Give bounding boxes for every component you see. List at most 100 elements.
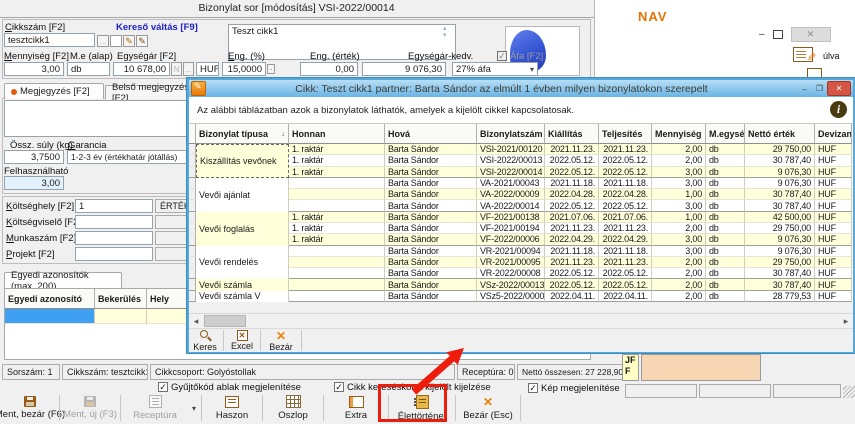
table-cell[interactable]: VF-2021/00138 xyxy=(477,212,545,223)
row-gutter[interactable] xyxy=(189,223,196,234)
document-type-group-label[interactable]: Vevői rendelés xyxy=(196,246,289,280)
table-cell[interactable]: 9 076,30 xyxy=(745,234,815,245)
table-cell[interactable] xyxy=(289,268,385,279)
table-cell[interactable]: Barta Sándor xyxy=(385,291,477,302)
column-header[interactable]: Teljesítés xyxy=(599,124,652,144)
spin-up-icon[interactable]: ▴ xyxy=(443,25,447,32)
table-cell[interactable]: 2021.07.06. xyxy=(599,212,652,223)
table-cell[interactable]: 2022.05.12. xyxy=(545,200,599,211)
table-cell[interactable]: 30 787,40 xyxy=(745,200,815,211)
table-cell[interactable]: 2021.11.23. xyxy=(599,223,652,234)
ment-uj-button[interactable]: Ment, új (F3) xyxy=(61,393,119,423)
popup-minimize-icon[interactable]: – xyxy=(797,82,812,95)
table-cell[interactable]: 2021.11.23. xyxy=(545,223,599,234)
table-cell[interactable]: HUF xyxy=(815,167,852,178)
table-cell[interactable]: 2,00 xyxy=(652,257,706,268)
table-cell[interactable]: VSI-2022/00013 xyxy=(477,155,545,166)
tab-egyedi-azonositok[interactable]: Egyedi azonosítók (max. 200) xyxy=(4,272,122,288)
column-header[interactable]: Hová xyxy=(385,124,477,144)
table-cell[interactable] xyxy=(289,246,385,257)
table-cell[interactable]: 1. raktár xyxy=(289,212,385,223)
egysegar-browse-button[interactable]: ... xyxy=(183,62,194,76)
table-cell[interactable]: Barta Sándor xyxy=(385,246,477,257)
spin-down-icon[interactable]: ▾ xyxy=(443,32,447,39)
table-cell[interactable]: 2021.11.23. xyxy=(599,144,652,155)
table-cell[interactable]: db xyxy=(706,189,745,200)
scroll-left-icon[interactable]: ◂ xyxy=(189,316,203,327)
popup-maximize-icon[interactable]: ❐ xyxy=(812,82,827,95)
table-cell[interactable]: Barta Sándor xyxy=(385,223,477,234)
koltsegviselo-input[interactable] xyxy=(75,215,153,229)
nav-close-button[interactable]: ✕ xyxy=(791,27,831,42)
projekt-input[interactable] xyxy=(75,247,153,261)
gyujtokod-checkbox[interactable]: ✓ xyxy=(158,382,168,392)
document-type-group-label[interactable]: Vevői számla xyxy=(196,279,289,290)
horizontal-scrollbar[interactable]: ◂ ▸ xyxy=(189,313,853,328)
table-cell[interactable]: 3,00 xyxy=(652,200,706,211)
table-cell[interactable]: VA-2022/00014 xyxy=(477,200,545,211)
table-cell[interactable]: 2022.05.12. xyxy=(545,155,599,166)
row-gutter[interactable] xyxy=(189,212,196,223)
table-cell[interactable]: 9 076,30 xyxy=(745,178,815,189)
table-cell[interactable]: db xyxy=(706,178,745,189)
table-cell[interactable]: db xyxy=(706,200,745,211)
cikkszam-blank-button[interactable] xyxy=(110,35,122,47)
table-cell[interactable]: 1. raktár xyxy=(289,155,385,166)
resize-grip[interactable] xyxy=(843,386,855,398)
ment-bezar-button[interactable]: Ment, bezár (F6) xyxy=(2,393,58,423)
table-cell[interactable] xyxy=(289,200,385,211)
table-cell[interactable]: 29 750,00 xyxy=(745,144,815,155)
column-header[interactable]: Nettó érték xyxy=(745,124,815,144)
table-cell[interactable]: HUF xyxy=(815,268,852,279)
nav-minimize-icon[interactable]: – xyxy=(759,29,765,40)
table-cell[interactable]: 2022.04.28. xyxy=(545,189,599,200)
receptura-dropdown-button[interactable]: ▾ xyxy=(188,393,200,423)
table-cell[interactable]: 3,00 xyxy=(652,167,706,178)
table-cell[interactable]: db xyxy=(706,212,745,223)
table-cell[interactable]: Barta Sándor xyxy=(385,279,477,290)
excel-button[interactable]: ✕ Excel xyxy=(226,329,258,352)
popup-bezar-button[interactable]: ✕ Bezár xyxy=(263,329,299,352)
table-cell[interactable]: 2022.05.12. xyxy=(545,279,599,290)
eng-pct-mini-button[interactable]: · xyxy=(267,64,275,74)
table-cell[interactable]: 30 787,40 xyxy=(745,155,815,166)
table-cell[interactable]: db xyxy=(706,246,745,257)
cikk-kereses-checkbox[interactable]: ✓ xyxy=(334,382,344,392)
table-cell[interactable]: 2022.04.28. xyxy=(599,189,652,200)
table-cell[interactable]: 1. raktár xyxy=(289,167,385,178)
table-cell[interactable]: 2022.05.12. xyxy=(599,167,652,178)
row-gutter[interactable] xyxy=(189,279,196,290)
table-cell[interactable]: 2022.05.12. xyxy=(599,279,652,290)
table-cell[interactable]: 2022.05.12. xyxy=(599,155,652,166)
document-type-group-label[interactable]: Vevői ajánlat xyxy=(196,178,289,212)
afa-checkbox[interactable]: ✓ xyxy=(497,51,507,61)
table-cell[interactable]: 2021.11.23. xyxy=(545,257,599,268)
kep-checkbox[interactable]: ✓ xyxy=(528,383,538,393)
table-cell[interactable] xyxy=(289,178,385,189)
table-cell[interactable]: HUF xyxy=(815,178,852,189)
table-cell[interactable] xyxy=(289,189,385,200)
table-cell[interactable]: Barta Sándor xyxy=(385,234,477,245)
table-cell[interactable]: 2022.05.12. xyxy=(545,167,599,178)
table-cell[interactable]: Barta Sándor xyxy=(385,144,477,155)
table-cell[interactable]: 2022.05.12. xyxy=(545,268,599,279)
table-cell[interactable]: Barta Sándor xyxy=(385,178,477,189)
egyedi-cell-selected[interactable] xyxy=(5,309,95,324)
table-cell[interactable]: 30 787,40 xyxy=(745,279,815,290)
table-cell[interactable]: db xyxy=(706,279,745,290)
table-cell[interactable]: 3,00 xyxy=(652,246,706,257)
popup-close-icon[interactable]: ✕ xyxy=(827,81,851,96)
peach-field[interactable] xyxy=(641,354,761,381)
table-cell[interactable]: HUF xyxy=(815,279,852,290)
table-cell[interactable]: Barta Sándor xyxy=(385,200,477,211)
egyedi-header-azonosito[interactable]: Egyedi azonosító xyxy=(5,289,95,309)
nav-maximize-icon[interactable] xyxy=(773,30,783,39)
table-cell[interactable]: VF-2022/00006 xyxy=(477,234,545,245)
table-cell[interactable]: 1. raktár xyxy=(289,144,385,155)
table-cell[interactable]: HUF xyxy=(815,212,852,223)
currency-box[interactable]: HUF xyxy=(196,62,219,76)
table-cell[interactable]: 2022.05.12. xyxy=(599,200,652,211)
table-cell[interactable]: VF-2021/00194 xyxy=(477,223,545,234)
table-cell[interactable]: 2022.04.11. xyxy=(599,291,652,302)
table-cell[interactable]: 30 787,40 xyxy=(745,268,815,279)
